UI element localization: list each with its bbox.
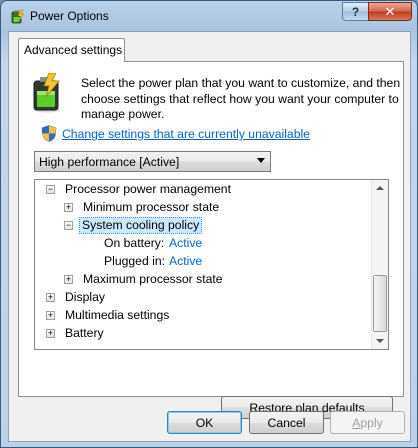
expand-icon[interactable]: + [64, 203, 73, 212]
tree-item-battery[interactable]: + Battery [35, 325, 371, 342]
cancel-button[interactable]: Cancel [249, 411, 324, 434]
help-button[interactable]: ? [342, 2, 369, 21]
tree-item-display[interactable]: + Display [35, 289, 371, 306]
expand-icon[interactable]: + [46, 293, 55, 302]
vertical-scrollbar[interactable] [371, 180, 388, 349]
tree-item-system-cooling-policy[interactable]: − System cooling policy [35, 217, 371, 234]
battery-power-icon [33, 73, 60, 113]
ok-button[interactable]: OK [167, 411, 242, 434]
expand-icon[interactable]: + [46, 329, 55, 338]
tree-item-on-battery[interactable]: On battery: Active [35, 235, 371, 252]
on-battery-value[interactable]: Active [169, 235, 202, 252]
power-plan-dropdown[interactable]: High performance [Active] [34, 151, 271, 172]
tree-item-plugged-in[interactable]: Plugged in: Active [35, 253, 371, 270]
change-unavailable-settings-link[interactable]: Change settings that are currently unava… [62, 127, 310, 141]
power-options-icon [11, 9, 25, 24]
dialog-client-area: Advanced settings Select the power plan … [8, 31, 411, 442]
tree-item-minimum-processor-state[interactable]: + Minimum processor state [35, 199, 371, 216]
expand-icon[interactable]: + [46, 311, 55, 320]
description-text: Select the power plan that you want to c… [81, 76, 401, 121]
tree-item-maximum-processor-state[interactable]: + Maximum processor state [35, 271, 371, 288]
collapse-icon[interactable]: − [46, 185, 55, 194]
expand-icon[interactable]: + [64, 275, 73, 284]
title-bar[interactable]: Power Options ? ✕ [1, 1, 417, 31]
collapse-icon[interactable]: − [64, 221, 73, 230]
scroll-up-arrow-icon[interactable] [376, 186, 384, 190]
uac-shield-icon [41, 125, 57, 142]
chevron-down-icon [257, 158, 265, 163]
plugged-in-value[interactable]: Active [169, 253, 202, 270]
close-button[interactable]: ✕ [368, 2, 412, 21]
tree-item-multimedia-settings[interactable]: + Multimedia settings [35, 307, 371, 324]
scrollbar-thumb[interactable] [373, 275, 387, 332]
scroll-down-arrow-icon[interactable] [376, 339, 384, 343]
settings-tree[interactable]: − Processor power management + Minimum p… [34, 179, 389, 350]
power-options-window: Power Options ? ✕ Advanced settings Sele… [0, 0, 418, 448]
tree-item-processor-power-management[interactable]: − Processor power management [35, 181, 371, 198]
power-plan-selected-value: High performance [Active] [39, 155, 180, 169]
tab-advanced-settings[interactable]: Advanced settings [18, 38, 125, 62]
window-title: Power Options [30, 9, 109, 23]
apply-button[interactable]: Apply [330, 411, 405, 434]
